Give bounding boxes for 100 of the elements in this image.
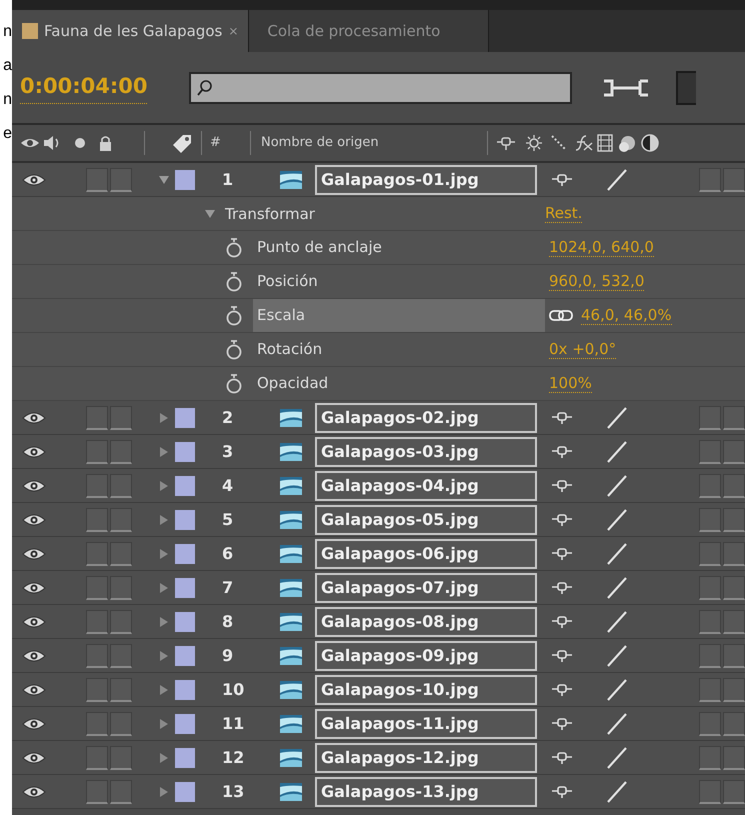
collapsed-triangle-icon[interactable] <box>158 548 168 558</box>
tab[interactable]: Cola de procesamiento <box>249 10 490 52</box>
switch-box[interactable] <box>86 610 108 634</box>
shy-switch-icon[interactable] <box>551 546 573 560</box>
switch-box[interactable] <box>110 644 132 668</box>
label-color-swatch[interactable] <box>175 680 195 700</box>
label-color-swatch[interactable] <box>175 748 195 768</box>
layer-row[interactable]: 7 Galapagos-07.jpg <box>12 571 745 605</box>
eye-icon[interactable] <box>22 478 46 492</box>
collapsed-triangle-icon[interactable] <box>158 684 168 694</box>
switch-box[interactable] <box>110 474 132 498</box>
label-color-swatch[interactable] <box>175 612 195 632</box>
switch-box[interactable] <box>699 678 721 702</box>
label-color-swatch[interactable] <box>175 442 195 462</box>
switch-box[interactable] <box>699 712 721 736</box>
tab[interactable]: Fauna de les Galapagos × <box>12 10 250 52</box>
switch-box[interactable] <box>110 746 132 770</box>
shy-switch-icon[interactable] <box>551 512 573 526</box>
label-color-swatch[interactable] <box>175 510 195 530</box>
switch-box[interactable] <box>723 576 745 600</box>
stopwatch-icon[interactable] <box>225 374 243 394</box>
switch-box[interactable] <box>723 474 745 498</box>
quality-slash-icon[interactable] <box>606 406 628 430</box>
switch-box[interactable] <box>110 576 132 600</box>
collapsed-triangle-icon[interactable] <box>158 446 168 456</box>
shy-switch-icon[interactable] <box>551 648 573 662</box>
switch-box[interactable] <box>723 678 745 702</box>
layer-name-field[interactable]: Galapagos-02.jpg <box>315 402 537 432</box>
quality-slash-icon[interactable] <box>606 474 628 498</box>
switch-box[interactable] <box>699 542 721 566</box>
shy-switch-icon[interactable] <box>551 478 573 492</box>
reset-link[interactable]: Rest. <box>545 204 582 224</box>
layer-name-field[interactable]: Galapagos-12.jpg <box>315 742 537 772</box>
property-value[interactable]: 100% <box>549 374 592 394</box>
property-value[interactable]: 46,0, 46,0% <box>581 306 672 326</box>
shy-switch-icon[interactable] <box>551 750 573 764</box>
shy-switch-icon[interactable] <box>551 716 573 730</box>
layer-name-field[interactable]: Galapagos-04.jpg <box>315 470 537 500</box>
shy-switch-icon[interactable] <box>551 580 573 594</box>
switch-box[interactable] <box>723 780 745 804</box>
collapsed-triangle-icon[interactable] <box>158 786 168 796</box>
shy-switch-icon[interactable] <box>551 444 573 458</box>
switch-box[interactable] <box>86 644 108 668</box>
layer-name-field[interactable]: Galapagos-08.jpg <box>315 606 537 636</box>
collapsed-triangle-icon[interactable] <box>158 480 168 490</box>
layer-name-field[interactable]: Galapagos-07.jpg <box>315 572 537 602</box>
switch-box[interactable] <box>86 474 108 498</box>
layer-row[interactable]: 1 Galapagos-01.jpg <box>12 163 745 197</box>
switch-box[interactable] <box>86 406 108 430</box>
toggle-button[interactable] <box>676 70 696 104</box>
label-color-swatch[interactable] <box>175 170 195 190</box>
switch-box[interactable] <box>86 746 108 770</box>
layer-name-field[interactable]: Galapagos-10.jpg <box>315 674 537 704</box>
eye-icon[interactable] <box>22 546 46 560</box>
layer-row[interactable]: 9 Galapagos-09.jpg <box>12 639 745 673</box>
layer-row[interactable]: 11 Galapagos-11.jpg <box>12 707 745 741</box>
switch-box[interactable] <box>699 644 721 668</box>
switch-box[interactable] <box>110 542 132 566</box>
property-value[interactable]: 0x +0,0° <box>549 340 616 360</box>
eye-icon[interactable] <box>22 784 46 798</box>
property-name[interactable]: Rotación <box>253 333 545 366</box>
switch-box[interactable] <box>699 406 721 430</box>
label-color-swatch[interactable] <box>175 544 195 564</box>
label-color-swatch[interactable] <box>175 714 195 734</box>
switch-box[interactable] <box>86 542 108 566</box>
layer-name-field[interactable]: Galapagos-09.jpg <box>315 640 537 670</box>
switch-box[interactable] <box>699 508 721 532</box>
switch-box[interactable] <box>723 440 745 464</box>
quality-slash-icon[interactable] <box>606 678 628 702</box>
property-value[interactable]: 960,0, 532,0 <box>549 272 644 292</box>
flowchart-icon[interactable] <box>602 78 650 98</box>
collapsed-triangle-icon[interactable] <box>158 412 168 422</box>
layer-row[interactable]: 4 Galapagos-04.jpg <box>12 469 745 503</box>
layer-row[interactable]: 3 Galapagos-03.jpg <box>12 435 745 469</box>
switch-box[interactable] <box>699 780 721 804</box>
switch-box[interactable] <box>110 406 132 430</box>
label-color-swatch[interactable] <box>175 646 195 666</box>
search-field[interactable] <box>189 72 572 104</box>
switch-box[interactable] <box>86 576 108 600</box>
switch-box[interactable] <box>86 678 108 702</box>
collapsed-triangle-icon[interactable] <box>158 718 168 728</box>
switch-box[interactable] <box>699 168 721 192</box>
layer-name-field[interactable]: Galapagos-13.jpg <box>315 776 537 806</box>
property-name[interactable]: Opacidad <box>253 367 545 400</box>
eye-icon[interactable] <box>22 716 46 730</box>
eye-icon[interactable] <box>22 614 46 628</box>
layer-row[interactable]: 5 Galapagos-05.jpg <box>12 503 745 537</box>
eye-icon[interactable] <box>22 580 46 594</box>
layer-name-field[interactable]: Galapagos-01.jpg <box>315 164 537 194</box>
eye-icon[interactable] <box>22 648 46 662</box>
switch-box[interactable] <box>86 168 108 192</box>
number-column-header[interactable]: # <box>210 133 250 153</box>
quality-slash-icon[interactable] <box>606 780 628 804</box>
switch-box[interactable] <box>110 780 132 804</box>
property-name[interactable]: Escala <box>253 299 545 332</box>
quality-slash-icon[interactable] <box>606 576 628 600</box>
link-icon[interactable] <box>549 308 573 322</box>
switch-box[interactable] <box>699 746 721 770</box>
quality-slash-icon[interactable] <box>606 610 628 634</box>
switch-box[interactable] <box>699 440 721 464</box>
